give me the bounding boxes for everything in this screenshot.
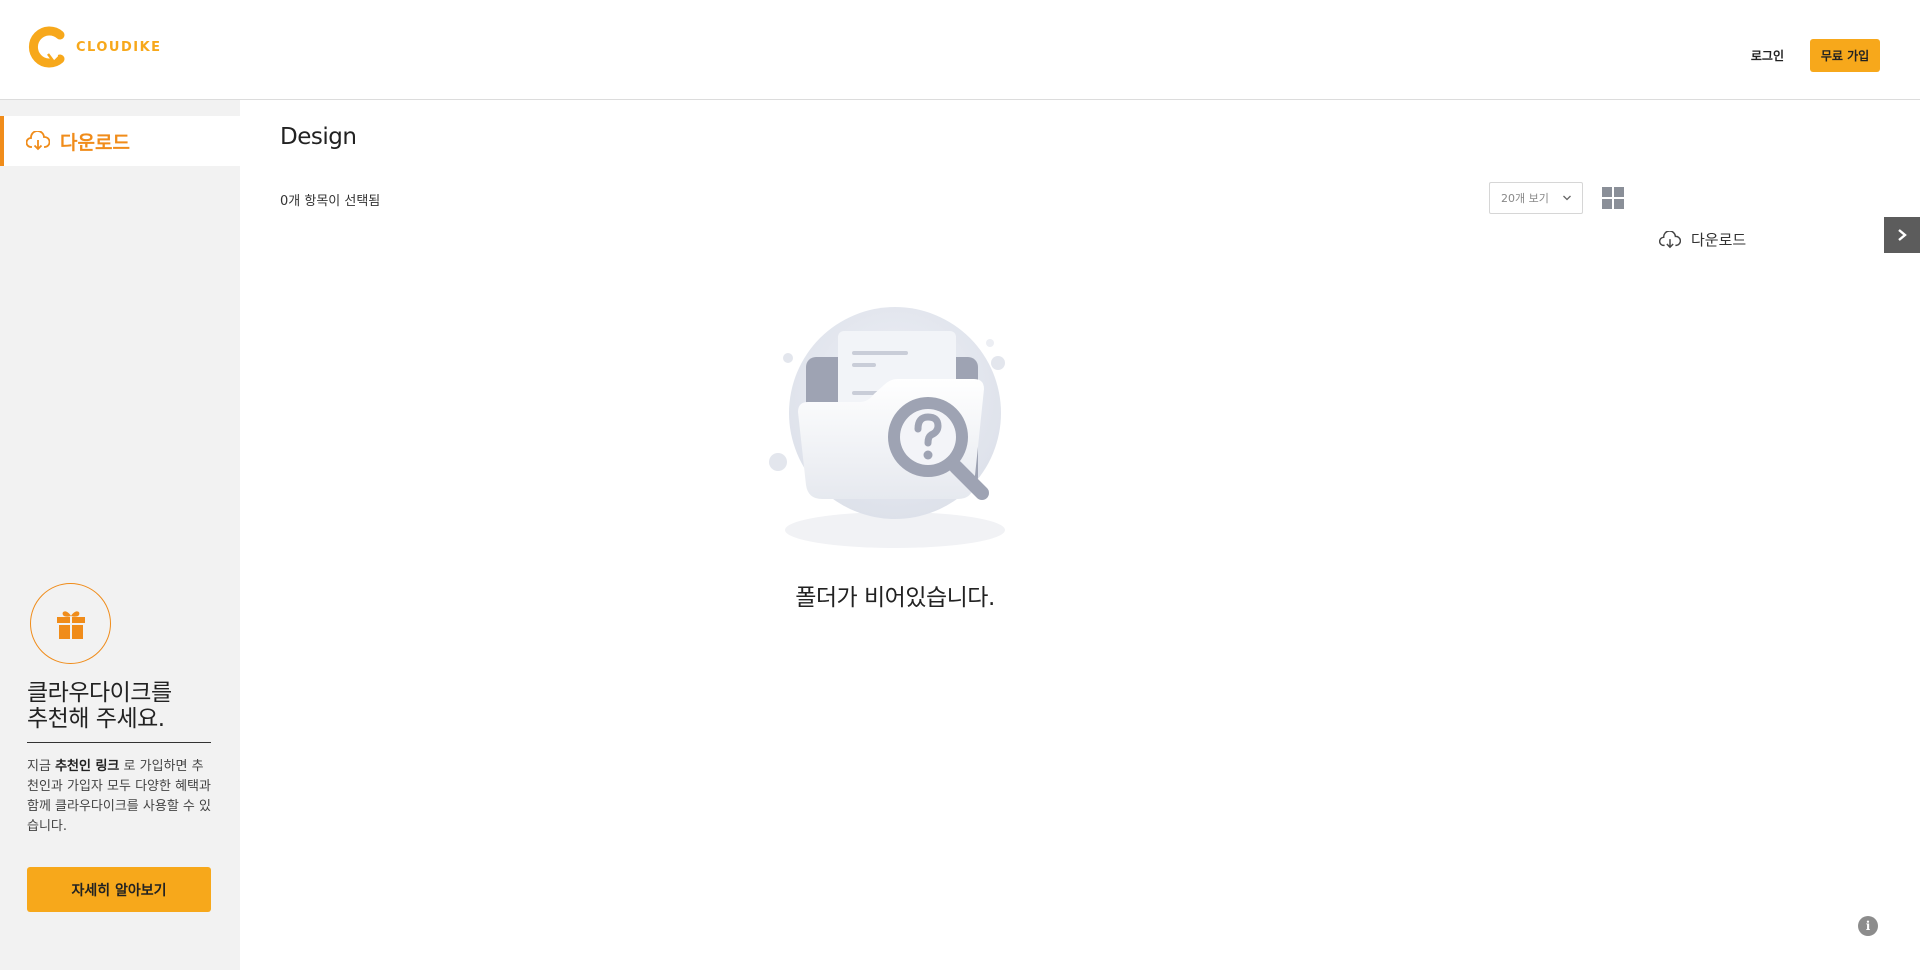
cloud-download-icon (1659, 230, 1681, 248)
referral-promo: 클라우다이크를 추천해 주세요. 지금 추천인 링크 로 가입하면 추천인과 가… (27, 583, 211, 837)
chevron-right-icon (1898, 229, 1907, 241)
download-button[interactable]: 다운로드 (1659, 229, 1746, 250)
download-label: 다운로드 (1691, 231, 1747, 249)
per-page-select[interactable]: 20개 보기 (1489, 182, 1583, 214)
selected-count: 0개 항목이 선택됨 (280, 194, 381, 209)
promo-description: 지금 추천인 링크 로 가입하면 추천인과 가입자 모두 다양한 혜택과 함께 … (27, 757, 211, 837)
top-header: CLOUDIKE 로그인 무료 가입 (0, 0, 1920, 100)
sidebar-item-label: 다운로드 (60, 131, 130, 154)
gift-badge (30, 583, 111, 664)
promo-title-line1: 클라우다이크를 (27, 680, 172, 706)
promo-title: 클라우다이크를 추천해 주세요. (27, 680, 211, 732)
grid-view-icon[interactable] (1602, 187, 1624, 209)
signup-button[interactable]: 무료 가입 (1810, 39, 1880, 72)
promo-divider (27, 742, 211, 743)
folder-title: Design (280, 124, 357, 150)
sidebar-item-download[interactable]: 다운로드 (0, 116, 240, 166)
per-page-value: 20개 보기 (1501, 192, 1549, 205)
chevron-down-icon (1563, 195, 1571, 201)
cloud-download-icon (26, 131, 50, 151)
referral-link-text: 추천인 링크 (55, 759, 120, 774)
sidebar: 다운로드 클라우다이크를 추천해 주세요. 지금 추천인 링크 로 가입하면 추… (0, 100, 240, 970)
panel-expand-button[interactable] (1884, 217, 1920, 253)
empty-folder-message: 폴더가 비어있습니다. (795, 585, 995, 611)
login-link[interactable]: 로그인 (1751, 47, 1784, 64)
brand-logo[interactable]: CLOUDIKE (28, 26, 162, 68)
cloudike-logo-icon (28, 26, 65, 68)
promo-title-line2: 추천해 주세요. (27, 706, 165, 732)
brand-name: CLOUDIKE (76, 39, 162, 55)
gift-icon (56, 610, 85, 639)
promo-body-prefix: 지금 (27, 759, 56, 774)
info-icon[interactable]: i (1858, 916, 1878, 936)
learn-more-button[interactable]: 자세히 알아보기 (27, 867, 211, 912)
empty-folder-illustration (769, 307, 1005, 548)
